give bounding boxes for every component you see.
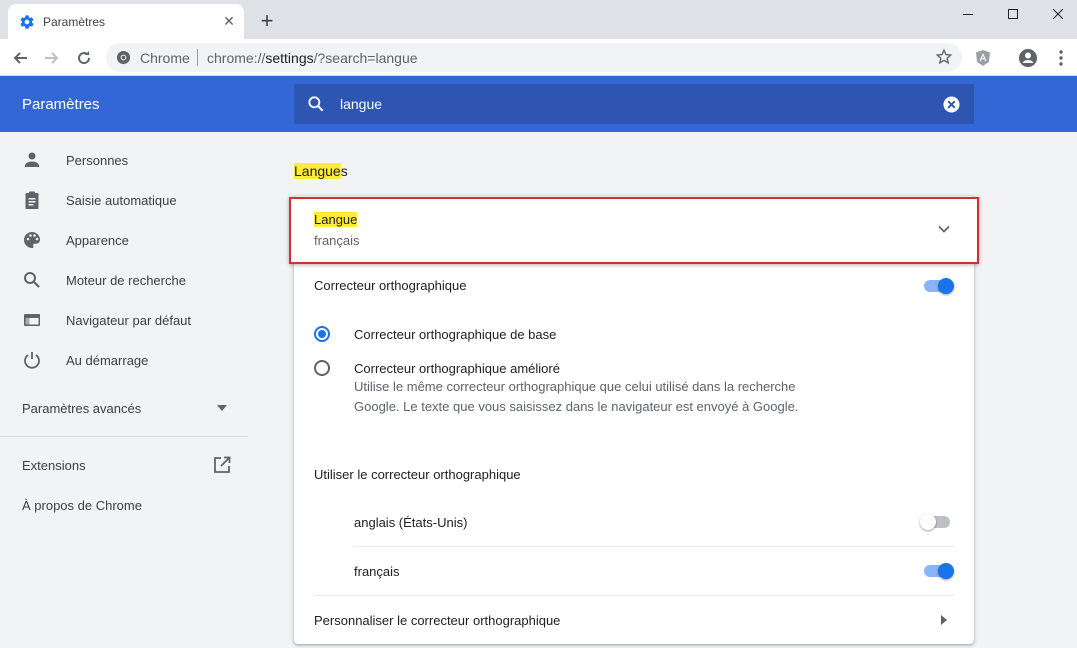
minimize-icon: [963, 14, 973, 15]
search-highlight: Langue: [314, 212, 358, 227]
back-button[interactable]: [8, 46, 32, 70]
menu-button[interactable]: [1049, 46, 1073, 70]
sidebar-advanced[interactable]: Paramètres avancés: [22, 401, 141, 416]
palette-icon: [24, 232, 40, 248]
browser-toolbar: Chrome chrome://settings/?search=langue: [0, 39, 1077, 76]
forward-button[interactable]: [40, 46, 64, 70]
search-input[interactable]: langue: [340, 96, 382, 112]
language-value: français: [314, 233, 360, 248]
arrow-right-icon: [941, 615, 947, 625]
close-tab-icon[interactable]: ✕: [221, 13, 237, 29]
sidebar-item-demarrage[interactable]: Au démarrage: [0, 340, 248, 380]
person-icon: [25, 152, 39, 167]
open-in-new-icon[interactable]: [213, 456, 231, 474]
search-icon: [308, 96, 324, 112]
sidebar-extensions[interactable]: Extensions: [22, 458, 86, 473]
omnibox-url: chrome://settings/?search=langue: [207, 50, 418, 66]
enhanced-spellcheck-radio[interactable]: [314, 360, 330, 376]
caret-down-icon[interactable]: [217, 405, 227, 411]
basic-spellcheck-label: Correcteur orthographique de base: [354, 327, 557, 342]
settings-header: Paramètres langue: [0, 76, 1077, 132]
clear-search-icon[interactable]: [943, 96, 960, 113]
spell-language-english-toggle[interactable]: [920, 514, 952, 530]
customize-spellcheck-label: Personnaliser le correcteur orthographiq…: [314, 613, 561, 628]
settings-search[interactable]: langue: [294, 84, 974, 124]
spell-language-french-toggle[interactable]: [922, 563, 954, 579]
sidebar-item-personnes[interactable]: Personnes: [0, 140, 248, 180]
reload-button[interactable]: [72, 46, 96, 70]
spell-language-english-label: anglais (États-Unis): [354, 515, 468, 530]
address-bar[interactable]: Chrome chrome://settings/?search=langue: [106, 43, 962, 72]
search-highlight: Langue: [294, 163, 341, 179]
sidebar-item-apparence[interactable]: Apparence: [0, 220, 248, 260]
spellcheck-label: Correcteur orthographique: [314, 278, 467, 293]
tab-strip: Paramètres ✕ +: [0, 0, 1077, 39]
language-label: Langue: [314, 212, 358, 227]
toggle-knob: [938, 278, 954, 294]
sidebar-item-label: Saisie automatique: [66, 193, 177, 208]
arrow-right-icon: [45, 52, 59, 64]
new-tab-button[interactable]: +: [257, 10, 277, 32]
maximize-button[interactable]: [990, 0, 1036, 28]
extension-button[interactable]: [971, 46, 995, 70]
url-prefix: chrome://: [207, 50, 266, 66]
minimize-button[interactable]: [945, 0, 991, 28]
enhanced-spellcheck-label: Correcteur orthographique amélioré: [354, 361, 560, 376]
bookmark-star-icon[interactable]: [935, 48, 953, 66]
close-icon: [1053, 9, 1063, 19]
angular-extension-icon: [976, 50, 990, 66]
url-path: /?search=langue: [313, 50, 418, 66]
toggle-knob: [920, 514, 936, 530]
maximize-icon: [1008, 9, 1018, 19]
close-window-button[interactable]: [1035, 0, 1077, 28]
basic-spellcheck-radio[interactable]: [314, 326, 330, 342]
row-divider: [354, 546, 954, 547]
search-icon: [24, 272, 40, 288]
sidebar-item-moteur[interactable]: Moteur de recherche: [0, 260, 248, 300]
tab-settings[interactable]: Paramètres ✕: [8, 4, 244, 39]
clipboard-icon: [25, 191, 39, 209]
sidebar-item-saisie[interactable]: Saisie automatique: [0, 180, 248, 220]
spell-language-french-label: français: [354, 564, 400, 579]
sidebar-divider: [0, 436, 248, 437]
sidebar-item-label: Au démarrage: [66, 353, 149, 368]
gear-icon: [20, 15, 34, 29]
use-spellcheck-heading: Utiliser le correcteur orthographique: [314, 467, 521, 482]
sidebar-item-navigateur[interactable]: Navigateur par défaut: [0, 300, 248, 340]
section-title-rest: s: [340, 163, 348, 179]
power-icon: [24, 352, 40, 369]
customize-spellcheck-row[interactable]: Personnaliser le correcteur orthographiq…: [294, 596, 974, 644]
enhanced-spellcheck-description: Utilise le même correcteur orthographiqu…: [354, 379, 799, 414]
browser-icon: [24, 314, 40, 326]
language-row[interactable]: Langue français: [289, 197, 979, 264]
reload-icon: [78, 51, 91, 65]
page-title: Paramètres: [22, 96, 100, 113]
arrow-left-icon: [13, 52, 27, 64]
sidebar-item-label: Moteur de recherche: [66, 273, 186, 288]
omnibox-separator: [197, 49, 198, 66]
settings-sidebar: Personnes Saisie automatique Apparence M…: [0, 132, 248, 648]
account-icon: [1019, 49, 1037, 67]
omnibox-scheme: Chrome: [140, 50, 190, 66]
chevron-down-icon[interactable]: [938, 225, 950, 233]
url-host: settings: [265, 50, 314, 66]
sidebar-item-label: Apparence: [66, 233, 129, 248]
spellcheck-toggle[interactable]: [922, 278, 954, 294]
section-title: Langues: [294, 163, 348, 179]
sidebar-item-label: Personnes: [66, 153, 129, 168]
tab-title: Paramètres: [43, 15, 106, 29]
profile-button[interactable]: [1016, 46, 1040, 70]
more-vert-icon: [1059, 50, 1063, 66]
sidebar-about[interactable]: À propos de Chrome: [22, 498, 142, 513]
toggle-knob: [938, 563, 954, 579]
sidebar-item-label: Navigateur par défaut: [66, 313, 192, 328]
chrome-logo-icon: [116, 50, 131, 65]
